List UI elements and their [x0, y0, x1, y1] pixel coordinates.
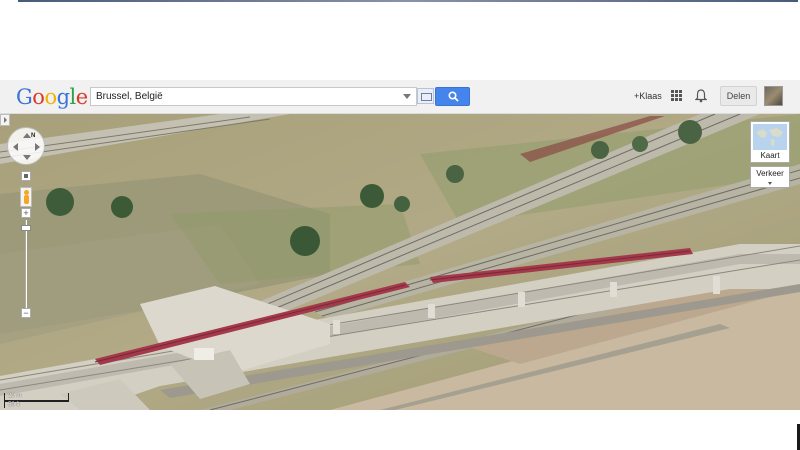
scale-imperial-label: 50 ft [8, 402, 20, 408]
keyboard-icon[interactable] [417, 88, 434, 104]
side-panel-toggle[interactable] [0, 114, 10, 126]
search-button[interactable] [435, 87, 470, 106]
map-layer-label: Kaart [760, 151, 780, 160]
logo-letter: g [56, 85, 70, 109]
pan-down-icon[interactable] [23, 155, 31, 160]
pan-left-icon[interactable] [13, 143, 18, 151]
apps-grid-icon[interactable] [671, 90, 682, 101]
search-input-value: Brussel, België [96, 91, 163, 102]
scale-metric-label: 20 m [8, 393, 22, 399]
zoom-in-button[interactable]: + [21, 208, 31, 218]
map-scale: 20 m 50 ft [4, 393, 72, 408]
chevron-down-icon [768, 182, 772, 185]
pan-up-icon[interactable] [23, 133, 31, 138]
logo-letter: o [32, 85, 45, 109]
logo-letter: G [16, 85, 33, 109]
google-logo[interactable]: Google [16, 85, 88, 109]
pegman-icon[interactable] [20, 187, 32, 207]
header-bar: Google Brussel, België +Klaas Delen [0, 80, 800, 114]
satellite-map[interactable]: N + − 20 m 50 ft Kaart Verkeer [0, 114, 800, 410]
pan-control[interactable]: N [7, 127, 45, 165]
google-plus-link[interactable]: +Klaas [634, 91, 662, 101]
app-window: Google Brussel, België +Klaas Delen N + … [0, 0, 800, 450]
zoom-slider-thumb[interactable] [21, 224, 31, 231]
traffic-layer-button[interactable]: Verkeer [750, 166, 790, 188]
zoom-out-button[interactable]: − [21, 308, 31, 318]
search-icon [448, 91, 459, 102]
aerial-imagery [0, 114, 800, 410]
rotate-icon[interactable] [21, 171, 31, 181]
notification-bell-icon[interactable] [695, 89, 707, 103]
compass-north-label: N [31, 133, 36, 139]
pan-right-icon[interactable] [35, 143, 40, 151]
traffic-layer-label: Verkeer [756, 169, 784, 178]
search-input[interactable]: Brussel, België [90, 87, 417, 106]
zoom-slider[interactable] [25, 220, 27, 308]
map-layer-button[interactable]: Kaart [750, 121, 790, 163]
avatar[interactable] [764, 86, 783, 106]
top-border [18, 0, 798, 2]
share-button[interactable]: Delen [720, 86, 757, 106]
dropdown-caret-icon[interactable] [403, 94, 411, 99]
globe-thumbnail-icon [753, 124, 787, 150]
logo-letter: e [75, 85, 88, 109]
logo-letter: o [44, 85, 57, 109]
